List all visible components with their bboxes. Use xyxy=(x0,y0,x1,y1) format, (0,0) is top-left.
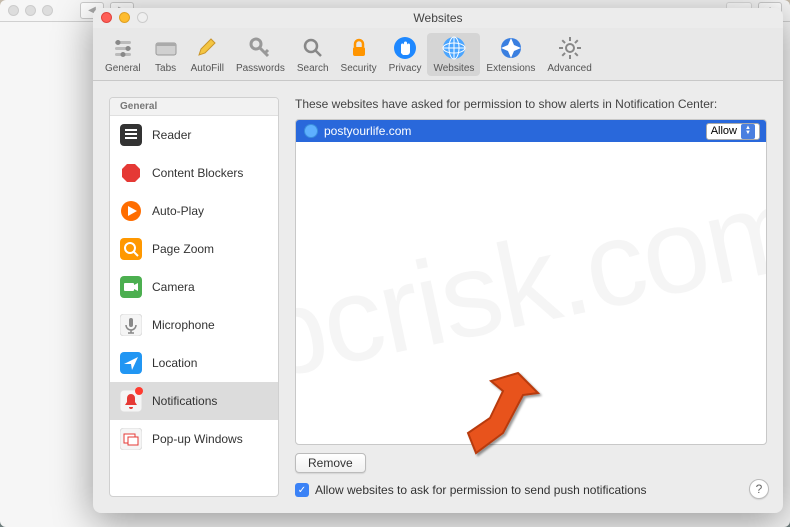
sidebar-item-reader[interactable]: Reader xyxy=(110,116,278,154)
instruction-text: These websites have asked for permission… xyxy=(295,97,767,111)
camera-icon xyxy=(120,276,142,298)
toolbar-label: Advanced xyxy=(547,63,591,74)
sidebar-item-page-zoom[interactable]: Page Zoom xyxy=(110,230,278,268)
toolbar-label: Security xyxy=(341,63,377,74)
pref-traffic-lights xyxy=(101,12,148,23)
main-panel: These websites have asked for permission… xyxy=(295,97,767,497)
browser-min-button[interactable] xyxy=(25,5,36,16)
toolbar-label: Tabs xyxy=(155,63,176,74)
sidebar-item-pop-up-windows[interactable]: Pop-up Windows xyxy=(110,420,278,458)
browser-traffic-lights xyxy=(8,5,53,16)
toolbar-tabs[interactable]: Tabs xyxy=(147,33,185,76)
sidebar: General Reader Content Blockers Auto-Play P… xyxy=(109,97,279,497)
pencil-icon xyxy=(194,35,220,61)
reader-icon xyxy=(120,124,142,146)
toolbar-autofill[interactable]: AutoFill xyxy=(185,33,230,76)
badge-dot xyxy=(135,387,143,395)
toolbar-passwords[interactable]: Passwords xyxy=(230,33,291,76)
toolbar-label: Search xyxy=(297,63,329,74)
search-icon xyxy=(300,35,326,61)
site-domain: postyourlife.com xyxy=(324,124,700,138)
key-icon xyxy=(247,35,273,61)
select-arrows-icon: ▲▼ xyxy=(741,124,755,139)
preferences-window: Websites General Tabs AutoFill Passwords Sea… xyxy=(93,8,783,513)
window-title: Websites xyxy=(413,11,462,25)
mic-icon xyxy=(120,314,142,336)
toolbar-label: Privacy xyxy=(389,63,422,74)
sidebar-header: General xyxy=(110,98,278,116)
toolbar-privacy[interactable]: Privacy xyxy=(383,33,428,76)
toolbar-advanced[interactable]: Advanced xyxy=(541,33,597,76)
sidebar-item-microphone[interactable]: Microphone xyxy=(110,306,278,344)
sidebar-item-label: Microphone xyxy=(152,318,215,332)
stop-icon xyxy=(120,162,142,184)
pref-body: General Reader Content Blockers Auto-Play P… xyxy=(93,81,783,513)
sidebar-item-label: Content Blockers xyxy=(152,166,243,180)
toolbar-label: General xyxy=(105,63,141,74)
sidebar-item-auto-play[interactable]: Auto-Play xyxy=(110,192,278,230)
sidebar-item-label: Reader xyxy=(152,128,191,142)
toolbar-extensions[interactable]: Extensions xyxy=(480,33,541,76)
gear-icon xyxy=(557,35,583,61)
browser-max-button[interactable] xyxy=(42,5,53,16)
sidebar-item-label: Auto-Play xyxy=(152,204,204,218)
close-button[interactable] xyxy=(101,12,112,23)
zoom-icon xyxy=(120,238,142,260)
toolbar-label: Websites xyxy=(433,63,474,74)
toolbar-label: AutoFill xyxy=(191,63,224,74)
toolbar-search[interactable]: Search xyxy=(291,33,335,76)
globe-icon xyxy=(441,35,467,61)
sidebar-item-label: Camera xyxy=(152,280,195,294)
zoom-button[interactable] xyxy=(137,12,148,23)
help-button[interactable]: ? xyxy=(749,479,769,499)
website-list[interactable]: pcrisk.com postyourlife.com Allow ▲▼ xyxy=(295,119,767,445)
sidebar-item-label: Location xyxy=(152,356,197,370)
globe-icon xyxy=(304,124,318,138)
toolbar-label: Extensions xyxy=(486,63,535,74)
sidebar-item-label: Pop-up Windows xyxy=(152,432,243,446)
sidebar-item-label: Notifications xyxy=(152,394,217,408)
pref-toolbar: General Tabs AutoFill Passwords Search Securi… xyxy=(93,28,783,81)
switches-icon xyxy=(110,35,136,61)
sidebar-item-content-blockers[interactable]: Content Blockers xyxy=(110,154,278,192)
minimize-button[interactable] xyxy=(119,12,130,23)
toolbar-general[interactable]: General xyxy=(99,33,147,76)
remove-button[interactable]: Remove xyxy=(295,453,366,473)
permission-select[interactable]: Allow ▲▼ xyxy=(706,123,760,140)
list-actions: Remove xyxy=(295,453,767,473)
toolbar-security[interactable]: Security xyxy=(335,33,383,76)
pref-titlebar: Websites xyxy=(93,8,783,28)
toolbar-label: Passwords xyxy=(236,63,285,74)
sidebar-item-location[interactable]: Location xyxy=(110,344,278,382)
sidebar-item-camera[interactable]: Camera xyxy=(110,268,278,306)
hand-icon xyxy=(392,35,418,61)
watermark: pcrisk.com xyxy=(296,120,766,444)
browser-close-button[interactable] xyxy=(8,5,19,16)
site-row[interactable]: postyourlife.com Allow ▲▼ xyxy=(296,120,766,142)
sidebar-item-notifications[interactable]: Notifications xyxy=(110,382,278,420)
checkbox-label: Allow websites to ask for permission to … xyxy=(315,483,647,497)
tab-icon xyxy=(153,35,179,61)
sidebar-item-label: Page Zoom xyxy=(152,242,214,256)
ask-permission-row[interactable]: ✓ Allow websites to ask for permission t… xyxy=(295,483,767,497)
puzzle-icon xyxy=(498,35,524,61)
toolbar-websites[interactable]: Websites xyxy=(427,33,480,76)
location-icon xyxy=(120,352,142,374)
checkbox-icon[interactable]: ✓ xyxy=(295,483,309,497)
permission-value: Allow xyxy=(711,125,737,137)
play-icon xyxy=(120,200,142,222)
lock-icon xyxy=(346,35,372,61)
popwin-icon xyxy=(120,428,142,450)
